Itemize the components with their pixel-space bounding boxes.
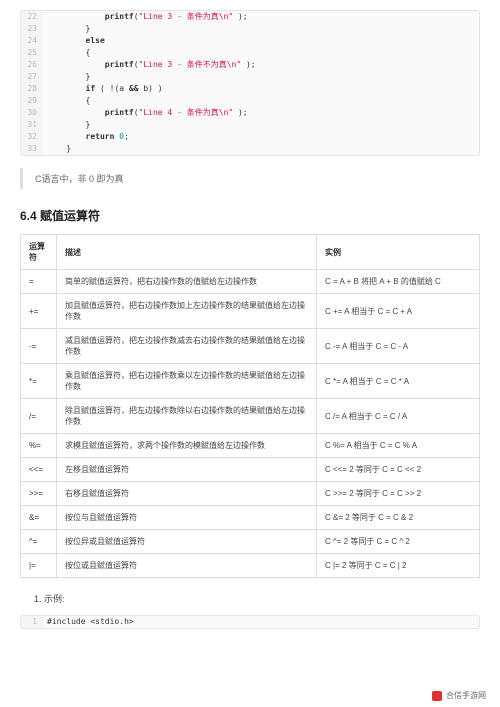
footer-brand: 合信手游网 [432,690,486,701]
table-row: +=加且赋值运算符，把右边操作数加上左边操作数的结果赋值给左边操作数C += A… [21,294,480,329]
quote-block: C语言中，非 0 即为真 [20,168,480,189]
example-cell: C &= 2 等同于 C = C & 2 [317,506,480,530]
example-cell: C += A 相当于 C = C + A [317,294,480,329]
code-line: 33 } [21,143,479,155]
line-number: 29 [21,95,43,107]
example-cell: C >>= 2 等同于 C = C >> 2 [317,482,480,506]
table-row: -=减且赋值运算符，把左边操作数减去右边操作数的结果赋值给左边操作数C -= A… [21,329,480,364]
code-line: 31 } [21,119,479,131]
operator-cell: >>= [21,482,57,506]
line-number: 26 [21,59,43,71]
line-content: } [43,71,90,83]
code-line: 28 if ( !(a && b) ) [21,83,479,95]
table-row: |=按位或且赋值运算符C |= 2 等同于 C = C | 2 [21,554,480,578]
example-cell: C /= A 相当于 C = C / A [317,399,480,434]
line-number: 27 [21,71,43,83]
table-row: &=按位与且赋值运算符C &= 2 等同于 C = C & 2 [21,506,480,530]
line-number: 32 [21,131,43,143]
line-number: 31 [21,119,43,131]
line-number: 1 [21,616,43,628]
table-row: /=除且赋值运算符，把左边操作数除以右边操作数的结果赋值给左边操作数C /= A… [21,399,480,434]
brand-icon [432,691,442,701]
description-cell: 右移且赋值运算符 [57,482,317,506]
description-cell: 乘且赋值运算符，把右边操作数乘以左边操作数的结果赋值给左边操作数 [57,364,317,399]
line-number: 30 [21,107,43,119]
code-line: 23 } [21,23,479,35]
section-heading: 6.4 赋值运算符 [20,207,480,224]
table-row: *=乘且赋值运算符，把右边操作数乘以左边操作数的结果赋值给左边操作数C *= A… [21,364,480,399]
operator-cell: += [21,294,57,329]
code-line: 25 { [21,47,479,59]
operators-table: 运算符描述实例=简单的赋值运算符，把右边操作数的值赋给左边操作数C = A + … [20,234,480,578]
operator-cell: -= [21,329,57,364]
code-line: 27 } [21,71,479,83]
table-row: =简单的赋值运算符，把右边操作数的值赋给左边操作数C = A + B 将把 A … [21,270,480,294]
operator-cell: = [21,270,57,294]
description-cell: 左移且赋值运算符 [57,458,317,482]
description-cell: 按位异或且赋值运算符 [57,530,317,554]
code-line: 1#include <stdio.h> [21,616,479,628]
line-content: else [43,35,105,47]
code-line: 22 printf("Line 3 - 条件为真\n" ); [21,11,479,23]
line-content: return 0; [43,131,129,143]
line-content: if ( !(a && b) ) [43,83,163,95]
example-cell: C = A + B 将把 A + B 的值赋给 C [317,270,480,294]
line-number: 28 [21,83,43,95]
operator-cell: ^= [21,530,57,554]
line-content: printf("Line 3 - 条件不为真\n" ); [43,59,256,71]
description-cell: 减且赋值运算符，把左边操作数减去右边操作数的结果赋值给左边操作数 [57,329,317,364]
code-line: 24 else [21,35,479,47]
example-cell: C ^= 2 等同于 C = C ^ 2 [317,530,480,554]
example-list-item: 1. 示例: [34,592,480,605]
code-line: 32 return 0; [21,131,479,143]
line-content: } [43,143,71,155]
description-cell: 除且赋值运算符，把左边操作数除以右边操作数的结果赋值给左边操作数 [57,399,317,434]
example-cell: C *= A 相当于 C = C * A [317,364,480,399]
operator-cell: %= [21,434,57,458]
operator-cell: *= [21,364,57,399]
line-number: 24 [21,35,43,47]
description-cell: 按位与且赋值运算符 [57,506,317,530]
table-row: >>=右移且赋值运算符C >>= 2 等同于 C = C >> 2 [21,482,480,506]
line-content: #include <stdio.h> [43,616,134,628]
operator-cell: <<= [21,458,57,482]
line-content: printf("Line 4 - 条件为真\n" ); [43,107,248,119]
code-line: 26 printf("Line 3 - 条件不为真\n" ); [21,59,479,71]
table-row: %=求模且赋值运算符，求两个操作数的模赋值给左边操作数C %= A 相当于 C … [21,434,480,458]
line-number: 25 [21,47,43,59]
operator-cell: |= [21,554,57,578]
code-line: 29 { [21,95,479,107]
line-content: } [43,119,90,131]
code-block-2: 1#include <stdio.h> [20,615,480,629]
description-cell: 求模且赋值运算符，求两个操作数的模赋值给左边操作数 [57,434,317,458]
operator-cell: /= [21,399,57,434]
table-header-cell: 描述 [57,235,317,270]
example-cell: C -= A 相当于 C = C - A [317,329,480,364]
table-header-row: 运算符描述实例 [21,235,480,270]
line-number: 23 [21,23,43,35]
line-number: 22 [21,11,43,23]
description-cell: 按位或且赋值运算符 [57,554,317,578]
table-header-cell: 实例 [317,235,480,270]
line-content: { [43,95,90,107]
table-row: <<=左移且赋值运算符C <<= 2 等同于 C = C << 2 [21,458,480,482]
table-header-cell: 运算符 [21,235,57,270]
description-cell: 简单的赋值运算符，把右边操作数的值赋给左边操作数 [57,270,317,294]
line-content: } [43,23,90,35]
example-cell: C |= 2 等同于 C = C | 2 [317,554,480,578]
line-content: { [43,47,90,59]
line-number: 33 [21,143,43,155]
line-content: printf("Line 3 - 条件为真\n" ); [43,11,248,23]
code-line: 30 printf("Line 4 - 条件为真\n" ); [21,107,479,119]
description-cell: 加且赋值运算符，把右边操作数加上左边操作数的结果赋值给左边操作数 [57,294,317,329]
code-block-1: 22 printf("Line 3 - 条件为真\n" );23 }24 els… [20,10,480,156]
example-cell: C %= A 相当于 C = C % A [317,434,480,458]
operator-cell: &= [21,506,57,530]
footer-text: 合信手游网 [446,690,486,701]
example-cell: C <<= 2 等同于 C = C << 2 [317,458,480,482]
table-row: ^=按位异或且赋值运算符C ^= 2 等同于 C = C ^ 2 [21,530,480,554]
